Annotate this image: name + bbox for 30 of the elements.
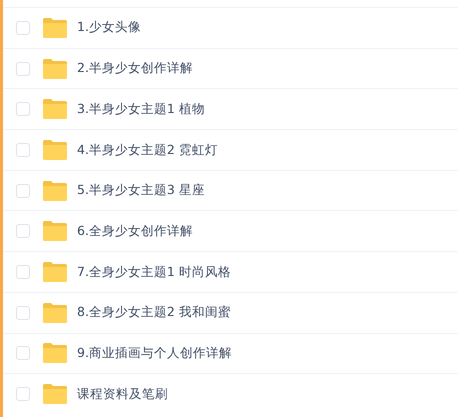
folder-name[interactable]: 1.少女头像 (77, 18, 141, 38)
folder-icon (43, 180, 67, 201)
folder-icon (43, 384, 67, 404)
checkbox[interactable] (16, 184, 30, 198)
folder-name[interactable]: 8.全身少女主题2 我和闺蜜 (77, 303, 231, 322)
folder-icon (43, 99, 67, 120)
folder-name[interactable]: 4.半身少女主题2 霓虹灯 (77, 140, 218, 160)
folder-icon (43, 302, 67, 323)
folder-icon (43, 140, 67, 160)
folder-icon (43, 221, 67, 242)
checkbox[interactable] (16, 20, 30, 35)
checkbox[interactable] (16, 306, 30, 320)
checkbox[interactable] (16, 142, 30, 157)
folder-name[interactable]: 5.半身少女主题3 星座 (77, 181, 205, 200)
folder-icon (43, 343, 67, 364)
checkbox[interactable] (16, 387, 30, 402)
folder-icon (43, 58, 67, 79)
checkbox[interactable] (16, 102, 30, 116)
folder-name[interactable]: 课程资料及笔刷 (77, 384, 168, 404)
checkbox[interactable] (16, 224, 30, 238)
folder-name[interactable]: 2.半身少女创作详解 (77, 59, 193, 78)
folder-name[interactable]: 6.全身少女创作详解 (77, 222, 193, 241)
folder-name[interactable]: 9.商业插画与个人创作详解 (77, 344, 232, 363)
checkbox[interactable] (16, 346, 30, 360)
folder-name[interactable]: 7.全身少女主题1 时尚风格 (77, 262, 231, 282)
folder-name[interactable]: 3.半身少女主题1 植物 (77, 100, 205, 119)
folder-icon (43, 18, 67, 38)
folder-icon (43, 262, 67, 282)
checkbox[interactable] (16, 62, 30, 76)
checkbox[interactable] (16, 264, 30, 279)
